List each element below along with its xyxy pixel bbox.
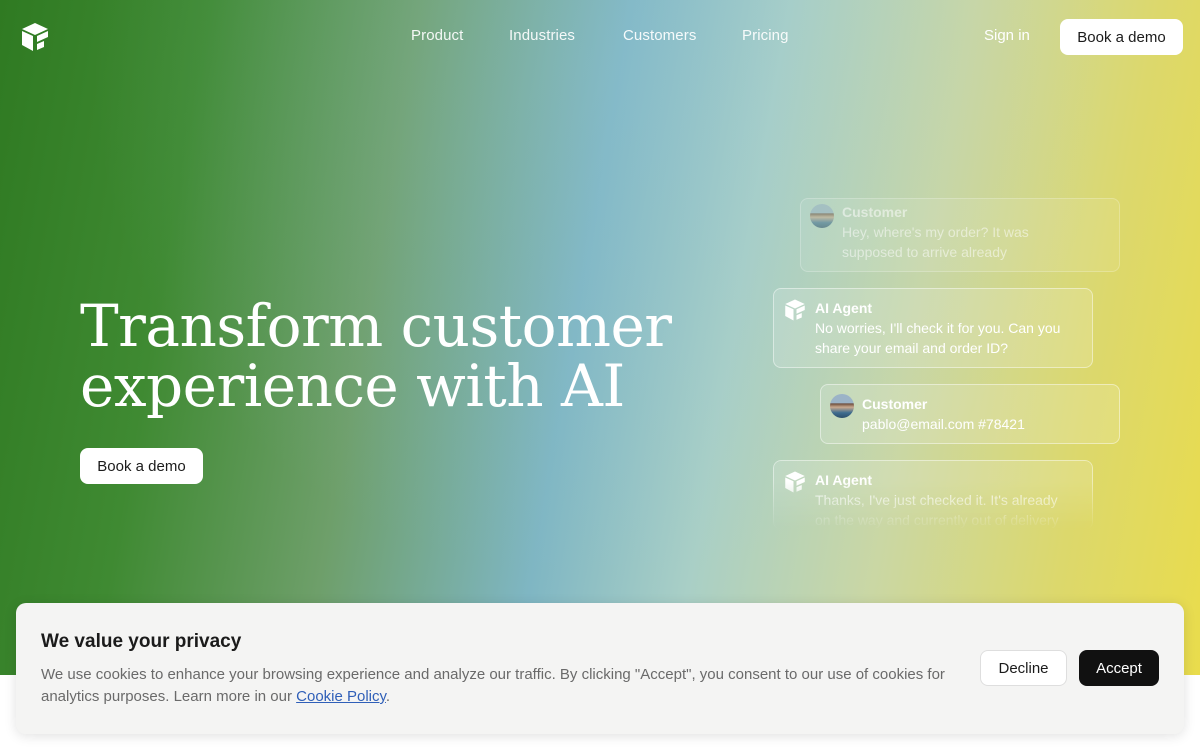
chat-message-ai-agent: AI Agent Thanks, I've just checked it. I… xyxy=(773,460,1093,530)
cookie-title: We value your privacy xyxy=(41,631,242,652)
decline-button[interactable]: Decline xyxy=(980,650,1067,686)
cookie-description: We use cookies to enhance your browsing … xyxy=(41,664,971,708)
headline-line-1: Transform customer xyxy=(80,292,672,360)
message-sender: Customer xyxy=(842,204,908,220)
hero-book-demo-button[interactable]: Book a demo xyxy=(80,448,203,484)
message-line: Thanks, I've just checked it. It's alrea… xyxy=(815,492,1058,508)
message-text: Thanks, I've just checked it. It's alrea… xyxy=(815,490,1059,529)
chat-message-customer: Customer pablo@email.com #78421 xyxy=(820,384,1120,444)
ai-agent-logo-icon xyxy=(785,299,805,321)
message-text: No worries, I'll check it for you. Can y… xyxy=(815,318,1060,358)
message-line: Hey, where's my order? It was xyxy=(842,224,1029,240)
customer-avatar xyxy=(810,204,834,228)
cookie-text: We use cookies to enhance your browsing … xyxy=(41,666,945,705)
message-sender: Customer xyxy=(862,396,928,412)
message-text: Hey, where's my order? It was supposed t… xyxy=(842,222,1029,262)
nav-product-link[interactable]: Product xyxy=(411,27,463,44)
message-line: on the way and currently out of delivery xyxy=(815,512,1059,528)
nav-industries-link[interactable]: Industries xyxy=(509,27,575,44)
nav-customers-link[interactable]: Customers xyxy=(623,27,696,44)
hero-headline: Transform customer experience with AI xyxy=(80,296,700,416)
headline-line-2: experience with AI xyxy=(80,352,625,420)
hero-section: Product Industries Customers Pricing Sig… xyxy=(0,0,1200,675)
message-line: share your email and order ID? xyxy=(815,340,1008,356)
chat-message-customer: Customer Hey, where's my order? It was s… xyxy=(800,198,1120,272)
cookie-policy-link[interactable]: Cookie Policy xyxy=(296,688,386,705)
cookie-consent-banner: We value your privacy We use cookies to … xyxy=(16,603,1184,734)
ai-agent-logo-icon xyxy=(785,471,805,493)
message-line: supposed to arrive already xyxy=(842,244,1007,260)
message-line: No worries, I'll check it for you. Can y… xyxy=(815,320,1061,336)
message-line: pablo@email.com #78421 xyxy=(862,416,1025,432)
sign-in-link[interactable]: Sign in xyxy=(984,27,1030,44)
accept-button[interactable]: Accept xyxy=(1079,650,1159,686)
customer-avatar xyxy=(830,394,854,418)
message-sender: AI Agent xyxy=(815,300,873,316)
nav-pricing-link[interactable]: Pricing xyxy=(742,27,789,44)
message-sender: AI Agent xyxy=(815,472,873,488)
chat-message-ai-agent: AI Agent No worries, I'll check it for y… xyxy=(773,288,1093,368)
message-text: pablo@email.com #78421 xyxy=(862,414,1025,434)
cookie-text-end: . xyxy=(385,688,391,705)
nav-book-demo-button[interactable]: Book a demo xyxy=(1060,19,1183,55)
